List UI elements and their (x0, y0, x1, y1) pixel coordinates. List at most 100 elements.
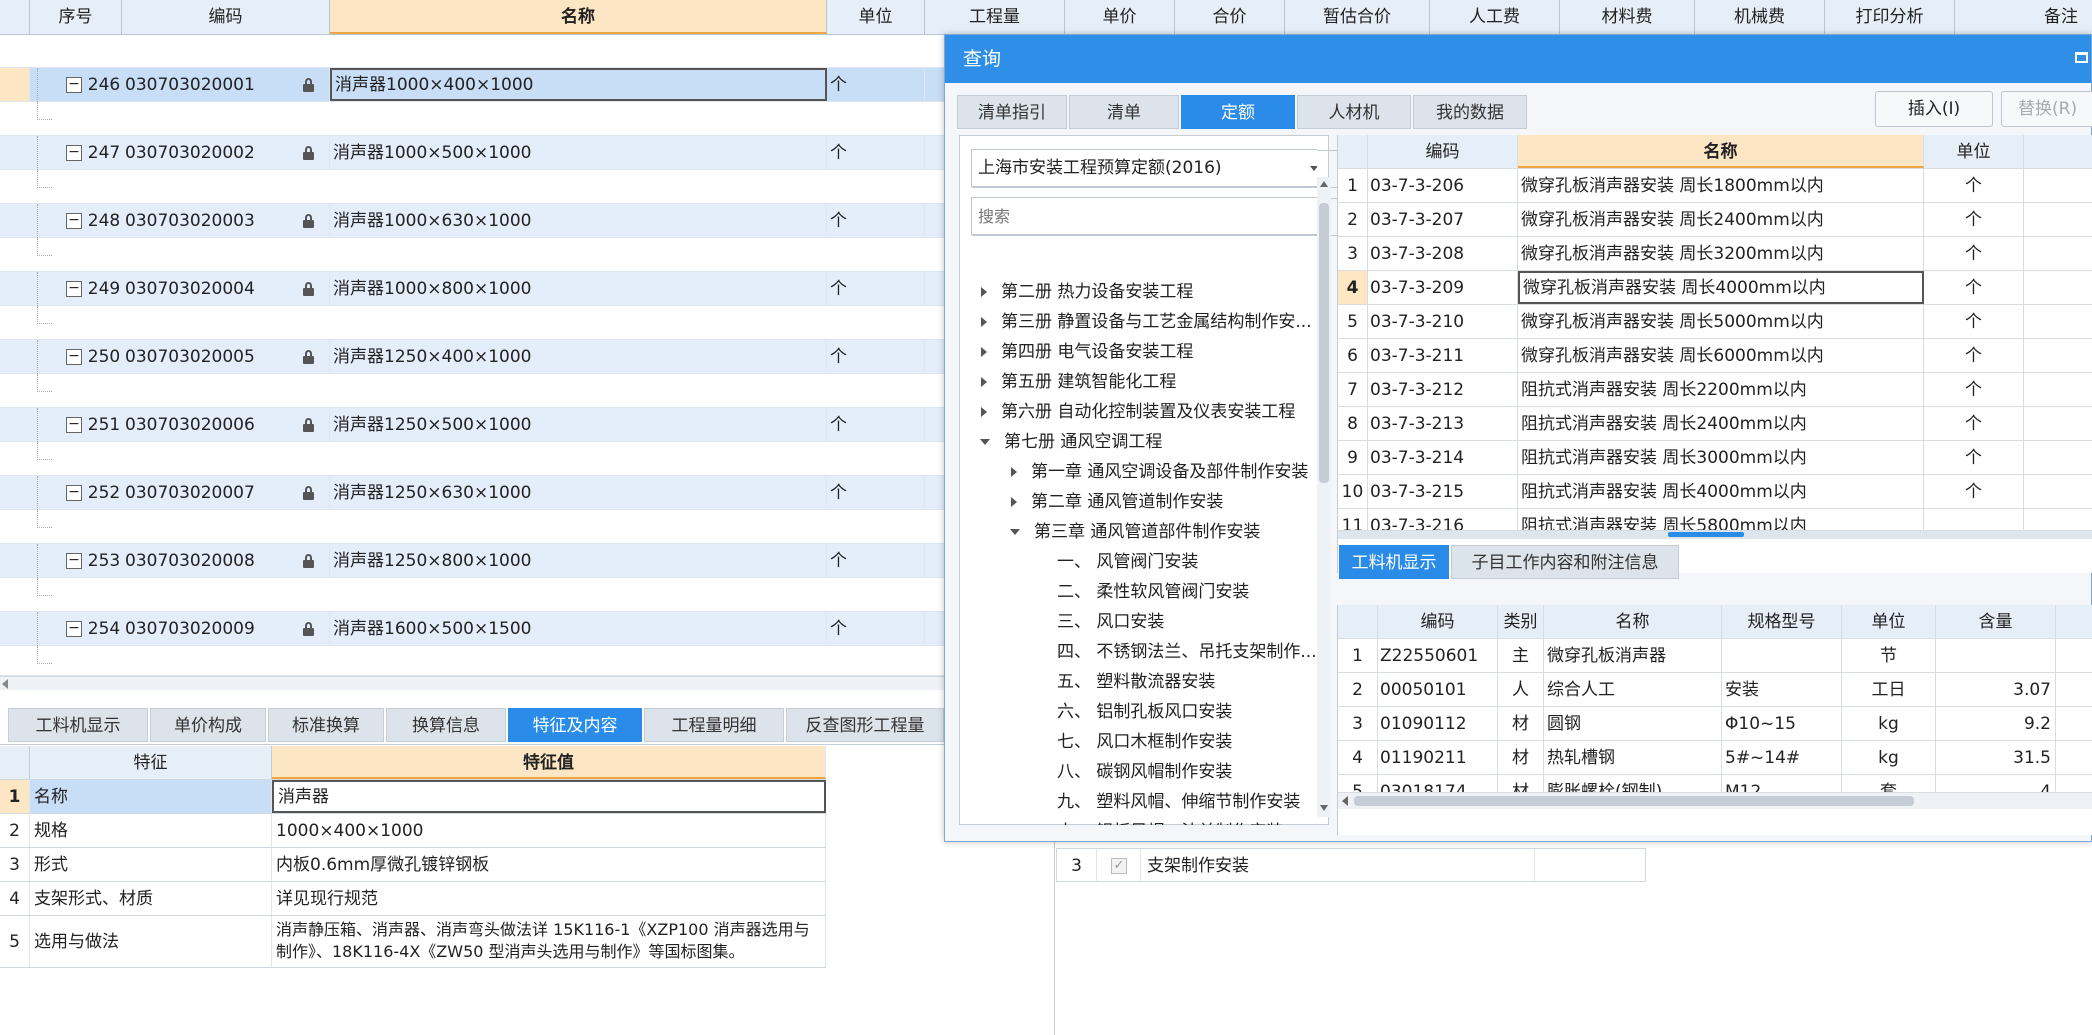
quota-row-name[interactable]: 阻抗式消声器安装 周长3000mm以内 (1518, 441, 1924, 474)
header-print-analysis[interactable]: 打印分析 (1825, 0, 1955, 34)
tree-item[interactable]: 十、 铝板风帽、法兰制作安装 (1057, 817, 1283, 825)
resource-header-unit[interactable]: 单位 (1842, 605, 1936, 638)
row-unit[interactable]: 个 (827, 408, 925, 441)
header-quantity[interactable]: 工程量 (925, 0, 1065, 34)
header-labor[interactable]: 人工费 (1430, 0, 1560, 34)
content-table-row[interactable]: 3 ✓ 支架制作安装 (1056, 848, 1646, 882)
quota-header-unit[interactable]: 单位 (1924, 135, 2024, 168)
tab-conversion-info[interactable]: 换算信息 (386, 708, 506, 742)
row-name[interactable]: 消声器1250×500×1000 (330, 408, 827, 441)
resource-row-name[interactable]: 微穿孔板消声器 (1544, 639, 1722, 672)
row-unit[interactable]: 个 (827, 204, 925, 237)
feature-value[interactable]: 消声静压箱、消声器、消声弯头做法详 15K116-1《XZP100 消声器选用与… (272, 916, 826, 967)
expand-arrow-icon[interactable] (981, 287, 987, 297)
resource-row-spec[interactable] (1722, 639, 1842, 672)
row-unit[interactable]: 个 (827, 476, 925, 509)
row-name[interactable]: 消声器1250×400×1000 (330, 340, 827, 373)
maximize-icon[interactable] (2075, 52, 2088, 63)
resource-header-spec[interactable]: 规格型号 (1722, 605, 1842, 638)
tree-toggle[interactable]: − (66, 281, 82, 297)
quota-row-unit[interactable]: 个 (1924, 475, 2024, 508)
quota-row-unit[interactable]: 个 (1924, 373, 2024, 406)
feature-header-name[interactable]: 特征 (30, 746, 272, 779)
quota-row-name[interactable]: 微穿孔板消声器安装 周长3200mm以内 (1518, 237, 1924, 270)
tree-item[interactable]: 第二章 通风管道制作安装 (1011, 487, 1223, 517)
resource-header-code[interactable]: 编码 (1378, 605, 1498, 638)
table-row-sub[interactable] (0, 646, 960, 676)
feature-name[interactable]: 名称 (30, 780, 272, 813)
quota-row-code[interactable]: 03-7-3-207 (1368, 203, 1518, 236)
table-row-sub[interactable] (0, 510, 960, 544)
feature-row[interactable]: 5 选用与做法 消声静压箱、消声器、消声弯头做法详 15K116-1《XZP10… (0, 916, 826, 968)
table-row-sub[interactable] (0, 374, 960, 408)
row-unit[interactable]: 个 (827, 68, 925, 101)
tree-item[interactable]: 三、 风口安装 (1057, 607, 1164, 637)
resource-row-qty[interactable]: 31.5 (1936, 741, 2056, 774)
row-name[interactable]: 消声器1000×800×1000 (330, 272, 827, 305)
header-remark[interactable]: 备注 (1955, 0, 2092, 34)
row-unit[interactable]: 个 (827, 272, 925, 305)
row-name[interactable]: 消声器1000×500×1000 (330, 136, 827, 169)
tree-item[interactable]: 第三册 静置设备与工艺金属结构制作安... (981, 307, 1312, 337)
scroll-left-arrow-icon[interactable] (2, 679, 8, 689)
resource-row[interactable]: 1 Z22550601 主微穿孔板消声器 节 (1338, 639, 2092, 673)
row-code[interactable]: 030703020008 (122, 544, 330, 577)
table-row[interactable]: − 248 030703020003 消声器1000×630×1000 个 (0, 204, 960, 238)
tree-item[interactable]: 六、 铝制孔板风口安装 (1057, 697, 1232, 727)
quota-row[interactable]: 8 03-7-3-213 阻抗式消声器安装 周长2400mm以内个 (1338, 407, 2092, 441)
resource-row-type[interactable]: 材 (1498, 775, 1544, 792)
quota-row-name[interactable]: 阻抗式消声器安装 周长5800mm以内 (1518, 509, 1924, 530)
content-row-label[interactable]: 支架制作安装 (1141, 849, 1535, 881)
resource-row[interactable]: 5 03018174 材膨胀螺栓(钢制) M12 套 4 (1338, 775, 2092, 793)
resource-row-unit[interactable]: kg (1842, 741, 1936, 774)
tree-item[interactable]: 四、 不锈钢法兰、吊托支架制作... (1057, 637, 1317, 667)
resource-row-qty[interactable]: 3.07 (1936, 673, 2056, 706)
quota-row-code[interactable]: 03-7-3-214 (1368, 441, 1518, 474)
tab-labor-material-machine[interactable]: 工料机显示 (8, 708, 148, 742)
quota-row-unit[interactable]: 个 (1924, 271, 2024, 304)
resource-horizontal-scrollbar[interactable] (1338, 793, 2092, 809)
quota-row-unit[interactable]: 个 (1924, 169, 2024, 202)
resource-row-type[interactable]: 材 (1498, 741, 1544, 774)
quota-row-unit[interactable]: 个 (1924, 203, 2024, 236)
header-machine[interactable]: 机械费 (1695, 0, 1825, 34)
quota-row-name[interactable]: 微穿孔板消声器安装 周长5000mm以内 (1518, 305, 1924, 338)
scroll-thumb[interactable] (1319, 203, 1329, 483)
insert-button[interactable]: 插入(I) (1875, 91, 1993, 127)
expand-arrow-icon[interactable] (981, 377, 987, 387)
row-code[interactable]: 030703020002 (122, 136, 330, 169)
feature-value[interactable]: 详见现行规范 (272, 882, 826, 915)
resource-row-unit[interactable]: 套 (1842, 775, 1936, 792)
tab-standard-conversion[interactable]: 标准换算 (268, 708, 384, 742)
resource-row-code[interactable]: Z22550601 (1378, 639, 1498, 672)
header-estimated-total[interactable]: 暂估合价 (1285, 0, 1430, 34)
resource-row[interactable]: 3 01090112 材圆钢 Φ10~15 kg 9.2 (1338, 707, 2092, 741)
feature-header-value[interactable]: 特征值 (272, 746, 826, 779)
tree-toggle[interactable]: − (66, 77, 82, 93)
scroll-down-arrow-icon[interactable] (1320, 805, 1328, 811)
table-row[interactable]: − 250 030703020005 消声器1250×400×1000 个 (0, 340, 960, 374)
table-row[interactable]: − 253 030703020008 消声器1250×800×1000 个 (0, 544, 960, 578)
header-material[interactable]: 材料费 (1560, 0, 1695, 34)
feature-row[interactable]: 3 形式 内板0.6mm厚微孔镀锌钢板 (0, 848, 826, 882)
feature-name[interactable]: 选用与做法 (30, 916, 272, 967)
scroll-thumb[interactable] (1354, 796, 1914, 806)
dialog-tab-resources[interactable]: 人材机 (1297, 95, 1411, 129)
expand-arrow-icon[interactable] (1011, 497, 1017, 507)
feature-value[interactable]: 消声器 (272, 780, 826, 813)
dialog-tab-bill-guide[interactable]: 清单指引 (957, 95, 1067, 129)
quota-row[interactable]: 10 03-7-3-215 阻抗式消声器安装 周长4000mm以内个 (1338, 475, 2092, 509)
tree-toggle[interactable]: − (66, 349, 82, 365)
splitter-handle[interactable] (1668, 532, 1744, 537)
quota-row[interactable]: 1 03-7-3-206 微穿孔板消声器安装 周长1800mm以内个 (1338, 169, 2092, 203)
scroll-left-arrow-icon[interactable] (1342, 796, 1348, 806)
tree-item[interactable]: 一、 风管阀门安装 (1057, 547, 1198, 577)
feature-name[interactable]: 形式 (30, 848, 272, 881)
dialog-tab-bill[interactable]: 清单 (1069, 95, 1179, 129)
header-code[interactable]: 编码 (122, 0, 330, 34)
scroll-up-arrow-icon[interactable] (1320, 181, 1328, 187)
resource-row-spec[interactable]: Φ10~15 (1722, 707, 1842, 740)
feature-row[interactable]: 1 名称 消声器 (0, 780, 826, 814)
feature-value[interactable]: 内板0.6mm厚微孔镀锌钢板 (272, 848, 826, 881)
row-unit[interactable]: 个 (827, 340, 925, 373)
